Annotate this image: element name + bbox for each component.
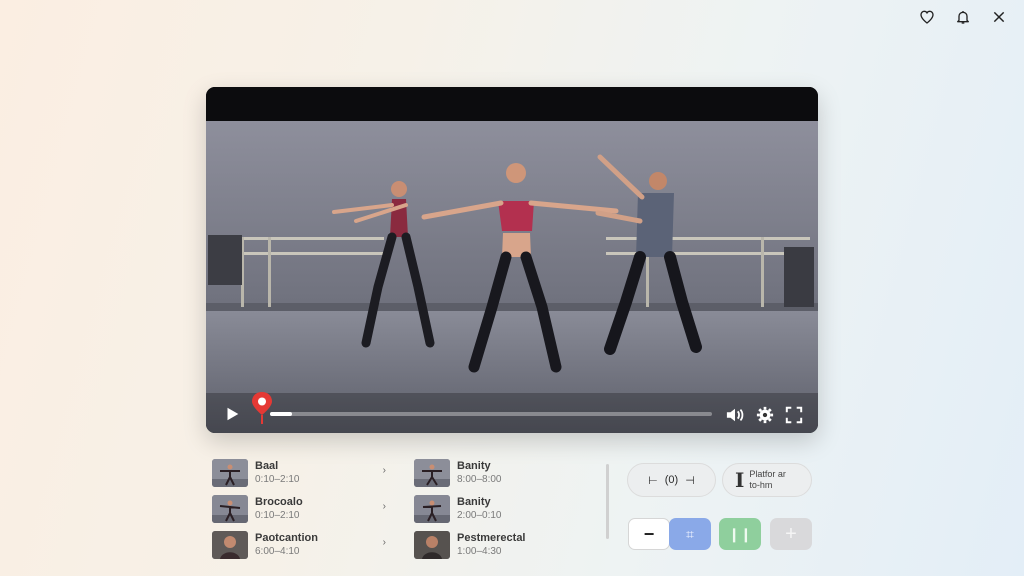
trim-start-icon: ⊢ xyxy=(648,474,658,487)
chevron-right-icon: › xyxy=(382,465,386,476)
crop-icon: ⌗ xyxy=(686,525,694,542)
list-item[interactable]: Pestmerectal 1:00–4:30 xyxy=(414,527,594,563)
seek-handle[interactable] xyxy=(250,391,274,425)
text-tool-line2: to-hm xyxy=(749,480,773,490)
item-title: Banity xyxy=(457,496,491,508)
chevron-right-icon: › xyxy=(382,501,386,512)
playlist-right: Banity 8:00–8:00 Banity 2:00–0:10 Pestme… xyxy=(414,455,594,563)
item-time: 2:00–0:10 xyxy=(457,510,502,521)
item-time: 8:00–8:00 xyxy=(457,474,502,485)
playlist-left: Baal 0:10–2:10 › Brocoalo 0:10–2:10 › Pa… xyxy=(212,455,392,563)
list-item[interactable]: Banity 8:00–8:00 xyxy=(414,455,594,491)
remove-button[interactable]: − xyxy=(628,518,670,550)
item-time: 0:10–2:10 xyxy=(255,510,300,521)
scrollbar[interactable] xyxy=(606,464,609,539)
chevron-right-icon: › xyxy=(382,537,386,548)
video-player[interactable] xyxy=(206,87,818,433)
text-cursor-icon: I xyxy=(735,468,745,492)
favorite-button[interactable] xyxy=(914,6,940,28)
settings-button[interactable] xyxy=(755,405,775,425)
pause-button[interactable]: ❙❙ xyxy=(719,518,761,550)
thumbnail xyxy=(212,531,248,559)
play-button[interactable] xyxy=(222,404,242,424)
thumbnail xyxy=(212,459,248,487)
thumbnail xyxy=(414,459,450,487)
pause-icon: ❙❙ xyxy=(728,525,752,542)
thumbnail xyxy=(212,495,248,523)
map-pin-marker-icon xyxy=(252,392,272,424)
item-time: 0:10–2:10 xyxy=(255,474,300,485)
fullscreen-button[interactable] xyxy=(784,405,804,425)
top-actions xyxy=(914,6,1012,28)
trim-value: (0) xyxy=(664,474,679,486)
add-button[interactable]: + xyxy=(770,518,812,550)
minus-icon: − xyxy=(643,523,655,544)
gear-icon xyxy=(756,406,774,424)
plus-icon: + xyxy=(785,522,797,545)
thumbnail xyxy=(414,531,450,559)
trim-control[interactable]: ⊢ (0) ⊣ xyxy=(627,463,716,497)
notifications-button[interactable] xyxy=(950,6,976,28)
heart-icon xyxy=(920,10,934,24)
item-title: Baal xyxy=(255,460,279,472)
item-title: Banity xyxy=(457,460,491,472)
close-icon xyxy=(993,11,1005,23)
play-icon xyxy=(227,407,239,421)
list-item[interactable]: Banity 2:00–0:10 xyxy=(414,491,594,527)
list-item[interactable]: Paotcantion 6:00–4:10 › xyxy=(212,527,392,563)
list-item[interactable]: Brocoalo 0:10–2:10 › xyxy=(212,491,392,527)
fullscreen-icon xyxy=(785,406,803,424)
item-title: Pestmerectal xyxy=(457,532,526,544)
item-title: Brocoalo xyxy=(255,496,303,508)
item-time: 6:00–4:10 xyxy=(255,546,300,557)
item-title: Paotcantion xyxy=(255,532,318,544)
list-item[interactable]: Baal 0:10–2:10 › xyxy=(212,455,392,491)
item-time: 1:00–4:30 xyxy=(457,546,502,557)
volume-button[interactable] xyxy=(724,405,746,425)
video-frame xyxy=(206,87,818,433)
volume-icon xyxy=(726,408,744,422)
text-tool-line1: Platfor ar xyxy=(749,469,786,479)
trim-end-icon: ⊣ xyxy=(685,474,695,487)
seek-bar[interactable] xyxy=(270,412,712,416)
text-tool-button[interactable]: I Platfor ar to-hm xyxy=(722,463,812,497)
close-button[interactable] xyxy=(986,6,1012,28)
thumbnail xyxy=(414,495,450,523)
crop-button[interactable]: ⌗ xyxy=(669,518,711,550)
bell-icon xyxy=(957,11,969,24)
